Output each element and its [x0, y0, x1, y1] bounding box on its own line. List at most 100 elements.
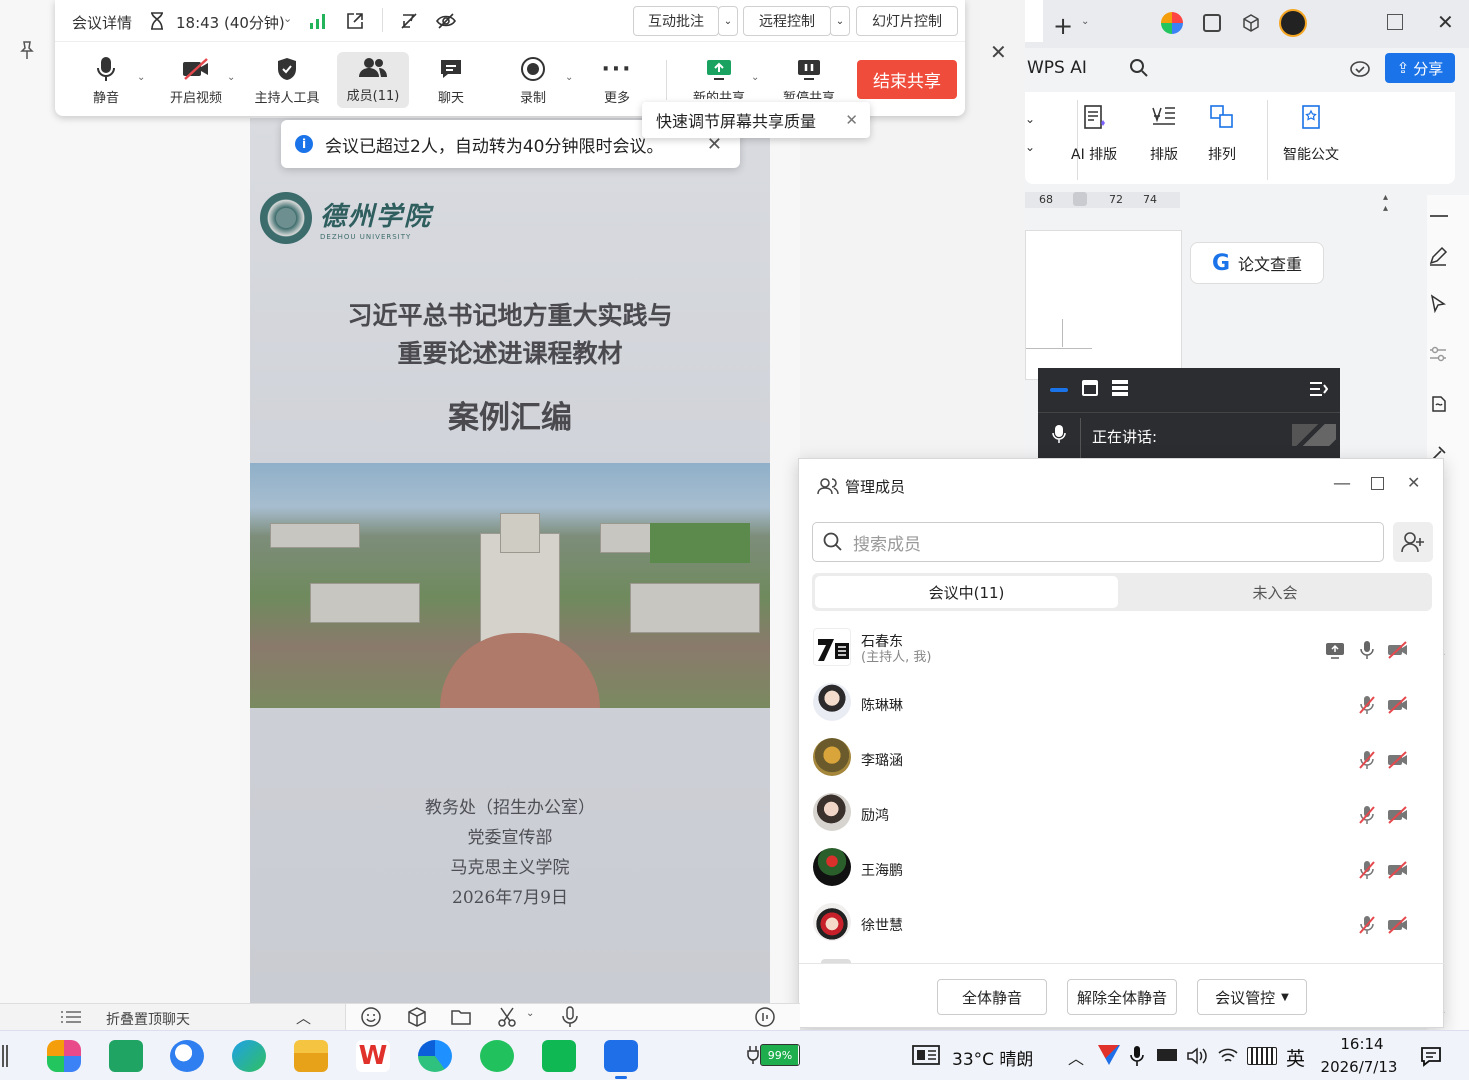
doc-tab[interactable]	[1025, 0, 1043, 42]
layout-button[interactable]: 排版	[1149, 102, 1179, 164]
new-tab-icon[interactable]: +	[1053, 12, 1073, 40]
member-row[interactable]: 徐世慧	[799, 897, 1445, 952]
chevron-down-icon[interactable]: ⌄	[751, 72, 759, 83]
meeting-control-button[interactable]: 会议管控 ▼	[1197, 979, 1307, 1015]
browser-search-icon[interactable]	[170, 1040, 204, 1072]
search-icon[interactable]	[1129, 58, 1149, 78]
chevron-up-icon[interactable]: ︿	[1068, 1045, 1084, 1069]
end-share-button[interactable]: 结束共享	[857, 60, 957, 99]
window-mode-icon[interactable]	[1082, 380, 1098, 396]
edge-browser-icon[interactable]	[418, 1040, 452, 1072]
chat-button[interactable]: 聊天	[415, 54, 487, 110]
scroll-up-icon[interactable]: ▴ ▴	[1383, 192, 1388, 214]
arrange-button[interactable]: 排列	[1207, 102, 1237, 164]
fold-pinned-chat[interactable]: 折叠置顶聊天	[106, 1009, 190, 1029]
battery-indicator[interactable]: 99%	[760, 1044, 800, 1066]
ai-layout-button[interactable]: AI 排版	[1071, 102, 1117, 164]
folder-icon[interactable]	[450, 1006, 472, 1028]
mic-on-icon[interactable]	[1357, 640, 1377, 660]
pin-icon[interactable]	[18, 40, 36, 60]
unmute-all-button[interactable]: 解除全体静音	[1067, 979, 1177, 1015]
pointer-icon[interactable]	[1427, 293, 1449, 315]
host-tools-button[interactable]: 主持人工具	[251, 54, 323, 110]
meeting-timer[interactable]: 18:43 (40分钟)	[176, 12, 285, 33]
battery-tray-icon[interactable]	[1157, 1049, 1177, 1061]
volume-icon[interactable]	[1186, 1046, 1208, 1066]
close-icon[interactable]: ✕	[1437, 10, 1454, 34]
mic-muted-icon[interactable]	[1357, 915, 1377, 935]
annotate-button[interactable]: 互动批注	[633, 6, 719, 36]
mic-muted-icon[interactable]	[1357, 805, 1377, 825]
hide-annotation-icon[interactable]	[399, 11, 421, 31]
meeting-details-link[interactable]: 会议详情	[72, 12, 132, 33]
member-row[interactable]: 李璐涵	[799, 732, 1445, 787]
shopping-app-icon[interactable]	[109, 1040, 143, 1072]
tab-not-joined[interactable]: 未入会	[1122, 576, 1428, 608]
m365-app-icon[interactable]	[47, 1040, 81, 1072]
notifications-icon[interactable]	[1420, 1045, 1442, 1067]
wechat-icon[interactable]	[480, 1040, 514, 1072]
clock-time[interactable]: 16:14	[1322, 1035, 1402, 1053]
list-mode-icon[interactable]	[1112, 380, 1128, 396]
mute-button[interactable]: 静音	[70, 54, 142, 110]
close-icon[interactable]: ✕	[1407, 473, 1420, 492]
chevron-down-icon[interactable]: ⌄	[137, 72, 145, 83]
cube-icon[interactable]	[406, 1006, 428, 1028]
tencent-meeting-icon[interactable]	[604, 1040, 638, 1072]
member-row[interactable]: 陈琳琳	[799, 677, 1445, 732]
video-off-icon[interactable]	[1387, 805, 1407, 825]
member-row-host[interactable]: 石春东 (主持人, 我)	[799, 622, 1445, 677]
video-off-icon[interactable]	[1387, 695, 1407, 715]
cube-icon[interactable]	[1241, 13, 1261, 33]
video-off-icon[interactable]	[1387, 750, 1407, 770]
chevron-down-icon[interactable]: ⌄	[1081, 16, 1089, 27]
mic-tray-icon[interactable]	[1130, 1045, 1144, 1067]
voice-icon[interactable]	[560, 1006, 580, 1028]
minimize-icon[interactable]	[1050, 388, 1068, 392]
chevron-down-icon[interactable]: ⌄	[565, 72, 573, 83]
search-members-input[interactable]: 搜索成员	[812, 522, 1384, 562]
messages-app-icon[interactable]	[542, 1040, 576, 1072]
call-icon[interactable]	[754, 1006, 776, 1028]
video-off-icon[interactable]	[1387, 640, 1407, 660]
remote-control-button[interactable]: 远程控制	[743, 6, 831, 36]
clock-date[interactable]: 2026/7/13	[1316, 1058, 1402, 1076]
cloud-check-icon[interactable]	[1349, 58, 1371, 78]
mic-muted-icon[interactable]	[1357, 860, 1377, 880]
list-icon[interactable]	[60, 1010, 82, 1024]
sliders-icon[interactable]	[1427, 343, 1449, 365]
close-tooltip-icon[interactable]: ✕	[845, 111, 858, 129]
keyboard-icon[interactable]	[1247, 1047, 1277, 1065]
mic-muted-icon[interactable]	[1357, 750, 1377, 770]
tab-in-meeting[interactable]: 会议中(11)	[815, 576, 1118, 608]
wifi-icon[interactable]	[1218, 1047, 1238, 1065]
chevron-up-icon[interactable]: ︿	[296, 1007, 311, 1028]
chevron-down-icon[interactable]: ⌄	[526, 1008, 534, 1019]
collapse-icon[interactable]	[1308, 380, 1328, 398]
video-off-icon[interactable]	[1387, 860, 1407, 880]
minimize-panel-icon[interactable]	[1430, 215, 1448, 217]
ime-indicator[interactable]: 英	[1286, 1044, 1305, 1071]
member-row[interactable]: 励鸿	[799, 787, 1445, 842]
members-button[interactable]: 成员(11)	[337, 52, 409, 108]
smart-doc-button[interactable]: 智能公文	[1283, 102, 1339, 164]
wps-office-icon[interactable]: W	[356, 1040, 390, 1072]
assistant-icon[interactable]	[1161, 12, 1183, 34]
minimize-icon[interactable]: —	[1333, 473, 1351, 494]
edge-ai-icon[interactable]	[232, 1040, 266, 1072]
restore-icon[interactable]	[1387, 14, 1403, 30]
signal-icon[interactable]	[309, 12, 327, 30]
remote-control-dropdown[interactable]: ⌄	[830, 6, 850, 36]
slides-control-button[interactable]: 幻灯片控制	[856, 6, 958, 36]
brain-icon[interactable]	[1427, 393, 1449, 415]
start-video-button[interactable]: 开启视频	[160, 54, 232, 110]
wps-tray-icon[interactable]	[1098, 1045, 1120, 1065]
close-toolbar-icon[interactable]: ✕	[990, 40, 1007, 64]
record-button[interactable]: 录制	[497, 54, 569, 110]
share-button[interactable]: ⇪ 分享	[1385, 53, 1455, 83]
window-icon[interactable]	[1203, 14, 1221, 32]
ribbon-chevron[interactable]: ⌄ ⌄	[1025, 112, 1035, 154]
wps-ai-label[interactable]: WPS AI	[1027, 58, 1087, 78]
popout-icon[interactable]	[345, 11, 365, 31]
plagiarism-check-button[interactable]: G 论文查重	[1190, 242, 1324, 284]
